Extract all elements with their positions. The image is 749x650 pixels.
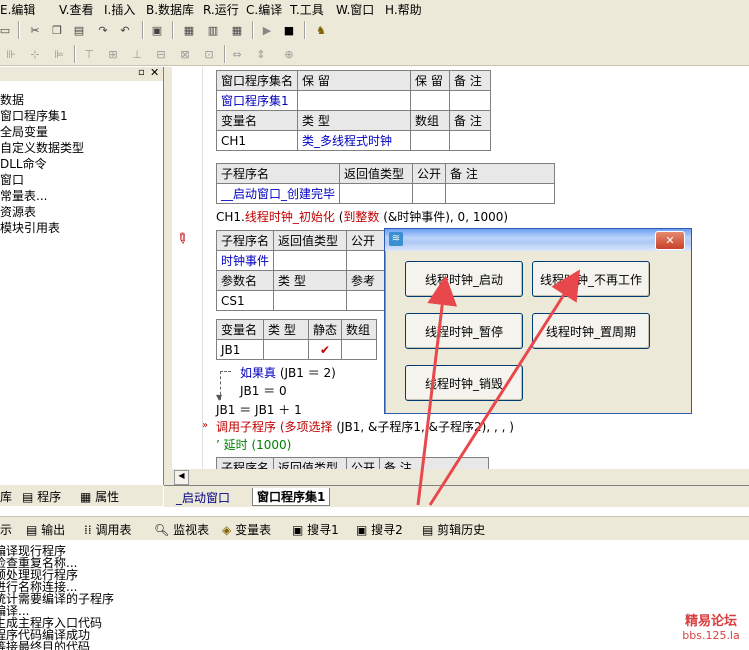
annotation-arrows <box>416 269 581 506</box>
annotation-arrow-start <box>416 275 458 506</box>
annotation-arrow-stop <box>428 269 581 506</box>
